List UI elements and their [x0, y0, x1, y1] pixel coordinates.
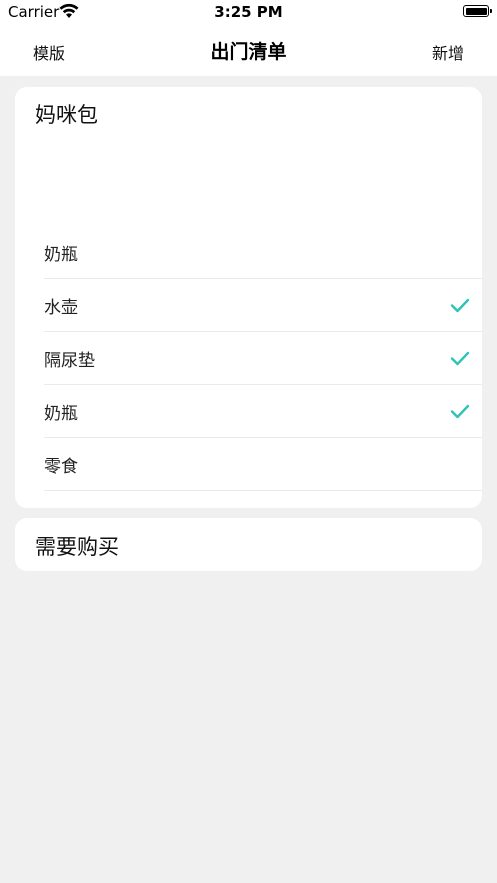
divider — [44, 490, 482, 491]
list-item[interactable]: 奶瓶 — [44, 226, 482, 279]
item-label: 零食 — [44, 457, 78, 477]
checkmark-icon — [450, 404, 470, 419]
clock: 3:25 PM — [214, 3, 283, 21]
status-bar: Carrier 3:25 PM — [0, 0, 497, 26]
template-button[interactable]: 模版 — [33, 40, 65, 64]
item-label: 水壶 — [44, 298, 78, 318]
checkmark-icon — [450, 351, 470, 366]
section-card-mommy-bag: 妈咪包 奶瓶 水壶 隔尿垫 奶瓶 零食 — [15, 87, 482, 508]
list-item[interactable]: 水壶 — [44, 279, 482, 332]
list-item[interactable]: 奶瓶 — [44, 385, 482, 438]
section-title: 妈咪包 — [35, 103, 98, 127]
item-label: 奶瓶 — [44, 245, 78, 265]
section-card-to-buy[interactable]: 需要购买 — [15, 518, 482, 571]
checkmark-icon — [450, 298, 470, 313]
item-label: 奶瓶 — [44, 404, 78, 424]
add-button[interactable]: 新增 — [432, 40, 464, 64]
section-title: 需要购买 — [35, 535, 119, 559]
nav-bar: 模版 出门清单 新增 — [0, 26, 497, 76]
item-label: 隔尿垫 — [44, 351, 95, 371]
page-title: 出门清单 — [210, 41, 287, 63]
list-item[interactable]: 隔尿垫 — [44, 332, 482, 385]
list-item[interactable]: 零食 — [44, 438, 482, 491]
battery-icon — [463, 5, 492, 17]
